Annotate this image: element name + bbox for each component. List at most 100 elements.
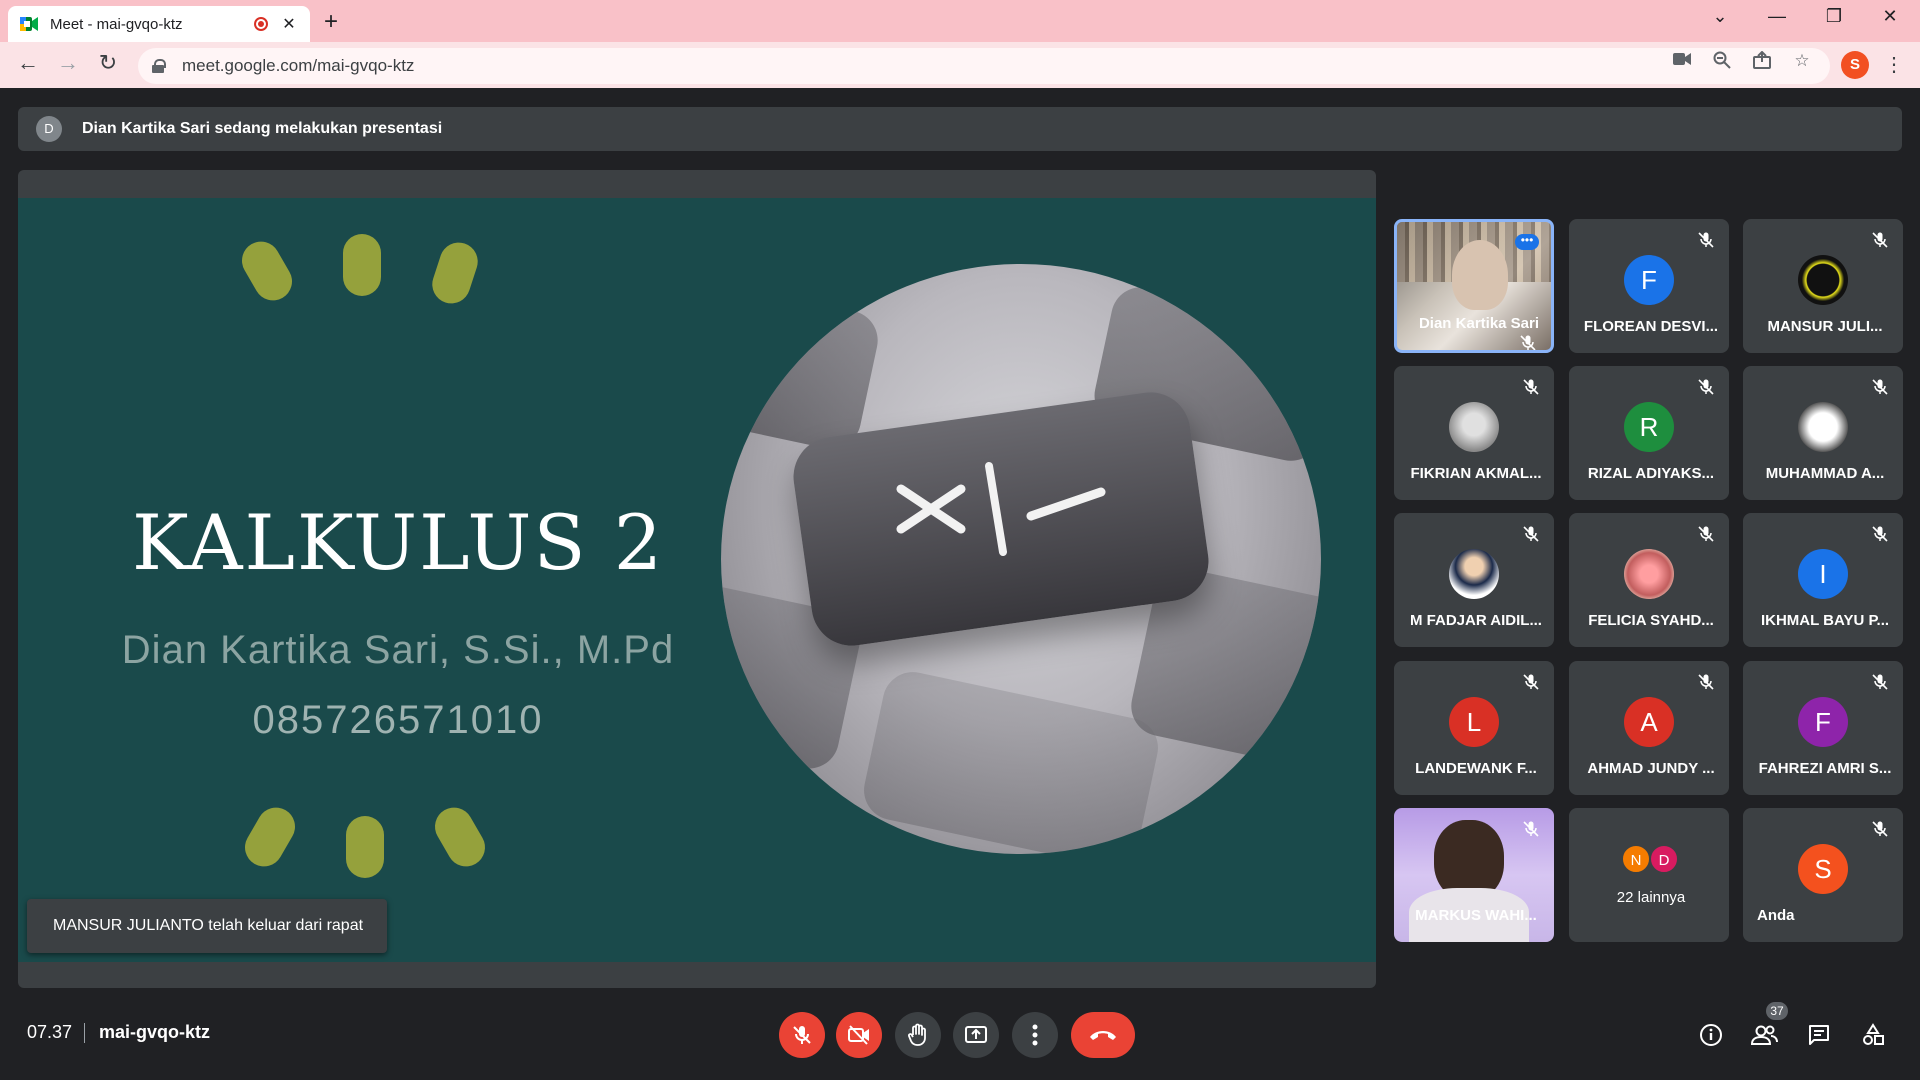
mic-off-icon bbox=[1522, 820, 1540, 838]
close-tab-icon[interactable]: ✕ bbox=[280, 14, 298, 34]
divider bbox=[84, 1023, 85, 1043]
participant-name: MUHAMMAD A... bbox=[1765, 465, 1885, 482]
zoom-icon[interactable] bbox=[1710, 51, 1734, 75]
participant-photo bbox=[1798, 402, 1848, 452]
participant-tile[interactable]: R RIZAL ADIYAKS... bbox=[1569, 366, 1729, 500]
participant-avatar: S bbox=[1798, 844, 1848, 894]
mic-off-icon bbox=[1522, 525, 1540, 543]
slide-title: KALKULUS 2 bbox=[131, 498, 665, 587]
participant-tile[interactable]: FIKRIAN AKMAL... bbox=[1394, 366, 1554, 500]
calculator-key-image bbox=[721, 264, 1321, 854]
participant-tile[interactable]: A AHMAD JUNDY ... bbox=[1569, 661, 1729, 795]
participant-tile[interactable]: MUHAMMAD A... bbox=[1743, 366, 1903, 500]
participant-tile[interactable]: S Anda bbox=[1743, 808, 1903, 942]
browser-toolbar: ← → ↻ meet.google.com/mai-gvqo-ktz ☆ S ⋮ bbox=[0, 42, 1920, 88]
address-bar[interactable]: meet.google.com/mai-gvqo-ktz bbox=[138, 48, 1830, 84]
activities-icon[interactable] bbox=[1859, 1021, 1887, 1049]
forward-icon[interactable]: → bbox=[54, 50, 82, 76]
more-vert-icon bbox=[1032, 1024, 1038, 1046]
participant-name: FIKRIAN AKMAL... bbox=[1410, 465, 1542, 482]
people-count-badge: 37 bbox=[1766, 1002, 1788, 1020]
participant-tile[interactable]: L LANDEWANK F... bbox=[1394, 661, 1554, 795]
participant-tile[interactable]: I IKHMAL BAYU P... bbox=[1743, 513, 1903, 647]
slide-decoration bbox=[235, 234, 299, 308]
share-icon[interactable] bbox=[1750, 50, 1774, 75]
present-screen-button[interactable] bbox=[953, 1012, 999, 1058]
participant-tile[interactable]: MANSUR JULI... bbox=[1743, 219, 1903, 353]
browser-menu-icon[interactable]: ⋮ bbox=[1884, 52, 1904, 77]
profile-avatar[interactable]: S bbox=[1841, 51, 1869, 79]
participant-tile[interactable]: F FAHREZI AMRI S... bbox=[1743, 661, 1903, 795]
participant-avatar: L bbox=[1449, 697, 1499, 747]
camera-icon[interactable] bbox=[1670, 51, 1694, 75]
restore-button[interactable]: ❐ bbox=[1822, 6, 1846, 27]
people-icon[interactable] bbox=[1750, 1021, 1778, 1049]
participant-name: AHMAD JUNDY ... bbox=[1587, 760, 1715, 777]
slide-presenter: Dian Kartika Sari, S.Si., M.Pd bbox=[121, 628, 675, 672]
bookmark-star-icon[interactable]: ☆ bbox=[1790, 51, 1814, 75]
participant-name: M FADJAR AIDIL... bbox=[1410, 612, 1542, 629]
mic-off-icon bbox=[1697, 231, 1715, 249]
participant-tile[interactable]: MARKUS WAHI... bbox=[1394, 808, 1554, 942]
chat-icon[interactable] bbox=[1805, 1021, 1833, 1049]
participant-photo bbox=[1624, 549, 1674, 599]
mic-off-icon bbox=[1697, 378, 1715, 396]
meeting-time: 07.37 bbox=[27, 1022, 73, 1042]
back-icon[interactable]: ← bbox=[14, 50, 42, 76]
meet-favicon-icon bbox=[20, 17, 38, 31]
participant-name: 22 lainnya bbox=[1616, 889, 1686, 906]
recording-icon bbox=[254, 17, 268, 31]
others-avatars: ND bbox=[1621, 844, 1679, 874]
participant-name: Dian Kartika Sari bbox=[1418, 315, 1540, 332]
participant-name: FAHREZI AMRI S... bbox=[1758, 760, 1892, 777]
participant-name: MANSUR JULI... bbox=[1767, 318, 1883, 335]
presenting-text: Dian Kartika Sari sedang melakukan prese… bbox=[82, 120, 443, 137]
mic-off-icon bbox=[1519, 334, 1537, 350]
slide-decoration bbox=[343, 234, 381, 296]
mic-off-icon bbox=[1522, 673, 1540, 691]
reload-icon[interactable]: ↻ bbox=[94, 50, 122, 76]
participant-name: MARKUS WAHI... bbox=[1415, 907, 1537, 924]
new-tab-button[interactable]: + bbox=[324, 8, 338, 36]
others-avatar: N bbox=[1621, 844, 1651, 874]
hand-icon bbox=[908, 1023, 926, 1046]
leave-call-button[interactable] bbox=[1071, 1012, 1135, 1058]
presenting-banner: D Dian Kartika Sari sedang melakukan pre… bbox=[18, 107, 1902, 151]
participant-tile[interactable]: ••• Dian Kartika Sari bbox=[1394, 219, 1554, 353]
raise-hand-button[interactable] bbox=[895, 1012, 941, 1058]
browser-tab[interactable]: Meet - mai-gvqo-ktz ✕ bbox=[8, 6, 310, 42]
participant-photo bbox=[1449, 549, 1499, 599]
participant-name: FLOREAN DESVI... bbox=[1583, 318, 1719, 335]
camera-off-button[interactable] bbox=[836, 1012, 882, 1058]
presentation-stage: KALKULUS 2 Dian Kartika Sari, S.Si., M.P… bbox=[18, 170, 1376, 988]
slide-decoration bbox=[427, 237, 483, 309]
more-options-button[interactable] bbox=[1012, 1012, 1058, 1058]
participant-tile[interactable]: N D 22 lainnya bbox=[1569, 808, 1729, 942]
participant-name: IKHMAL BAYU P... bbox=[1760, 612, 1890, 629]
participant-tile[interactable]: FELICIA SYAHD... bbox=[1569, 513, 1729, 647]
mic-off-icon bbox=[1697, 525, 1715, 543]
participant-tile[interactable]: M FADJAR AIDIL... bbox=[1394, 513, 1554, 647]
camera-off-icon bbox=[848, 1025, 869, 1045]
participant-avatar: A bbox=[1624, 697, 1674, 747]
mic-off-icon bbox=[1697, 673, 1715, 691]
shared-slide: KALKULUS 2 Dian Kartika Sari, S.Si., M.P… bbox=[18, 198, 1376, 962]
tab-search-icon[interactable]: ⌄ bbox=[1708, 6, 1732, 27]
mic-off-icon bbox=[1871, 673, 1889, 691]
present-icon bbox=[965, 1026, 987, 1043]
close-window-button[interactable]: ✕ bbox=[1878, 6, 1902, 27]
more-options-icon[interactable]: ••• bbox=[1515, 234, 1539, 250]
participant-avatar: F bbox=[1624, 255, 1674, 305]
lock-icon[interactable] bbox=[152, 59, 166, 73]
meeting-details-icon[interactable] bbox=[1697, 1021, 1725, 1049]
plus-minus-symbol-icon bbox=[896, 462, 1106, 556]
minimize-button[interactable]: — bbox=[1765, 6, 1789, 27]
participant-name: RIZAL ADIYAKS... bbox=[1587, 465, 1715, 482]
mic-off-icon bbox=[1871, 231, 1889, 249]
slide-decoration bbox=[346, 816, 384, 878]
microphone-off-button[interactable] bbox=[779, 1012, 825, 1058]
participant-tile[interactable]: F FLOREAN DESVI... bbox=[1569, 219, 1729, 353]
mic-off-icon bbox=[1522, 378, 1540, 396]
participant-avatar: F bbox=[1798, 697, 1848, 747]
phone-hangup-icon bbox=[1090, 1031, 1116, 1040]
